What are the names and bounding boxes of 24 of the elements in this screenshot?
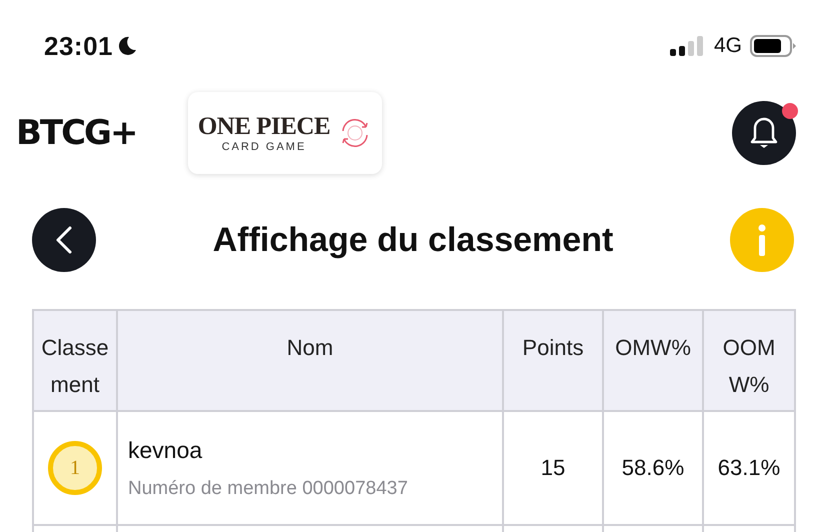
moon-icon xyxy=(119,36,137,56)
rank-badge: 1 xyxy=(48,441,102,495)
table-cell: 58.6% xyxy=(604,412,704,526)
chevron-left-icon xyxy=(55,225,73,255)
column-header: Points xyxy=(504,311,604,412)
info-icon xyxy=(758,224,766,256)
member-number: Numéro de membre 0000078437 xyxy=(128,478,408,500)
column-header: Classement xyxy=(34,311,118,412)
column-header: OOMW% xyxy=(704,311,796,412)
column-header: Nom xyxy=(118,311,504,412)
table-cell: 15 xyxy=(504,412,604,526)
table-cell: 63.1% xyxy=(704,412,796,526)
game-logo-subtitle: CARD GAME xyxy=(222,141,306,153)
game-logo-card[interactable]: ONE PIECE CARD GAME xyxy=(188,92,382,174)
signal-icon xyxy=(670,36,706,56)
brand-logo: BTCG+ xyxy=(16,113,138,153)
column-header: OMW% xyxy=(604,311,704,412)
game-logo-title: ONE PIECE xyxy=(198,113,330,141)
network-label: 4G xyxy=(714,34,742,58)
battery-icon xyxy=(750,35,796,57)
status-time: 23:01 xyxy=(44,30,113,62)
page-title: Affichage du classement xyxy=(212,220,614,260)
player-name: kevnoa xyxy=(128,436,202,464)
bell-icon xyxy=(749,116,779,150)
